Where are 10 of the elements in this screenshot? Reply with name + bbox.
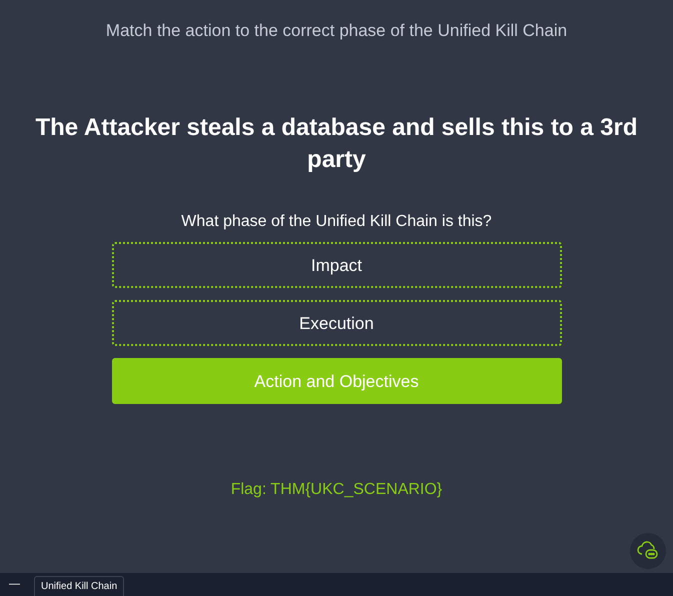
cloud-chat-icon <box>637 541 659 561</box>
scenario-heading: The Attacker steals a database and sells this to a 3rd party <box>34 112 638 175</box>
chat-button[interactable] <box>630 533 666 569</box>
minimize-button[interactable]: — <box>9 576 20 593</box>
instruction-text: Match the action to the correct phase of the Unified Kill Chain <box>104 20 568 42</box>
answer-option[interactable]: Execution <box>112 300 562 346</box>
question-text: What phase of the Unified Kill Chain is this? <box>180 212 493 232</box>
answer-option[interactable]: Impact <box>112 242 562 288</box>
taskbar-tab[interactable]: Unified Kill Chain <box>34 576 124 596</box>
flag-text: Flag: THM{UKC_SCENARIO} <box>230 480 444 500</box>
